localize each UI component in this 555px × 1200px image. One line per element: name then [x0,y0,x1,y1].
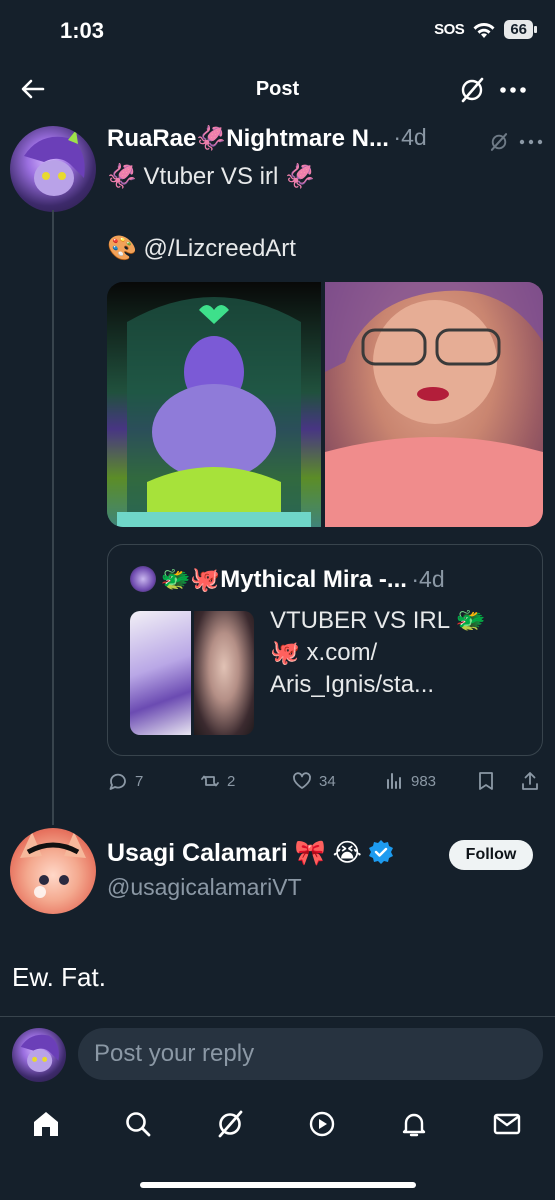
video-icon[interactable] [306,1108,338,1140]
quoted-text-line-2: 🐙 x.com/ [270,639,378,666]
reply-composer[interactable] [78,1028,543,1080]
reply-action[interactable]: 7 [107,770,143,792]
reply-author-avatar[interactable] [10,828,96,914]
share-icon [522,772,538,790]
composer-divider [0,1016,555,1017]
quoted-post-text: VTUBER VS IRL 🐲 🐙 x.com/ Aris_Ignis/sta.… [270,605,520,701]
quoted-author-avatar [130,566,156,592]
post-author-name[interactable]: RuaRae🦑Nightmare N... [107,124,389,153]
vtuber-artwork-image[interactable] [107,282,321,527]
search-icon[interactable] [122,1108,154,1140]
post-author-line: RuaRae🦑Nightmare N... ·4d [107,124,547,158]
quoted-post-timestamp: ·4d [411,566,445,592]
top-nav-bar: Post [0,62,555,118]
author-avatar[interactable] [10,126,96,212]
views-icon [387,773,401,789]
reply-author-line: Usagi Calamari 🎀 😭 [107,838,394,868]
more-options-icon[interactable] [498,76,528,104]
share-action[interactable] [519,770,541,792]
reply-icon [109,773,126,790]
like-count: 34 [319,772,336,790]
wifi-icon [473,22,495,38]
verified-badge-icon [369,840,394,864]
quoted-post-header: 🐲🐙Mythical Mira -... ·4d [130,565,445,594]
repost-action[interactable]: 2 [199,770,235,792]
reply-text: Ew. Fat. [12,962,106,992]
home-indicator [140,1182,416,1188]
battery-indicator: 66 [504,20,537,39]
reply-author-handle[interactable]: @usagicalamariVT [107,874,302,901]
bookmark-icon [479,772,493,790]
notifications-icon[interactable] [398,1108,430,1140]
post-text-line-1: 🦑 Vtuber VS irl 🦑 [107,163,315,190]
post-media[interactable] [107,282,543,527]
vtuber-artwork-shapes [107,282,321,527]
quoted-author-name: 🐲🐙Mythical Mira -... [160,566,407,593]
grok-icon[interactable] [458,76,486,104]
irl-photo-image[interactable] [325,282,543,527]
reply-avatar-art [20,832,86,898]
status-time: 1:03 [60,18,105,43]
like-action[interactable]: 34 [291,770,336,792]
grok-tab-icon[interactable] [214,1108,246,1140]
quoted-irl-image [193,611,254,735]
author-avatar-art [24,130,85,196]
quoted-post-card[interactable]: 🐲🐙Mythical Mira -... ·4d VTUBER VS IRL 🐲… [107,544,543,756]
own-avatar[interactable] [12,1028,66,1082]
quoted-text-line-1: VTUBER VS IRL 🐲 [270,607,486,634]
post-more-icon[interactable] [518,136,544,148]
status-icons: SOS 66 [434,20,537,39]
repost-count: 2 [227,772,236,790]
quoted-text-line-3: Aris_Ignis/sta... [270,671,435,698]
quoted-post-thumbnail [130,611,254,735]
views-action[interactable]: 983 [383,770,436,792]
bookmark-action[interactable] [475,770,497,792]
reply-count: 7 [135,772,144,790]
post-text-line-2: 🎨 @/LizcreedArt [107,235,296,262]
irl-photo-shapes [325,282,543,527]
reply-input[interactable] [78,1028,543,1080]
home-icon[interactable] [30,1108,62,1140]
bottom-tab-bar [0,1096,555,1156]
views-count: 983 [411,772,437,790]
sos-indicator: SOS [434,21,465,38]
status-bar: 1:03 SOS 66 [0,0,555,62]
post-actions-row: 7 2 34 983 [107,770,547,800]
heart-icon [293,772,311,789]
thread-connector-line [52,210,54,825]
repost-icon [201,775,219,787]
follow-button[interactable]: Follow [449,840,533,870]
quoted-vtuber-image [130,611,191,735]
grok-small-icon[interactable] [488,131,510,153]
post-timestamp: ·4d [393,124,427,150]
reply-author-name[interactable]: Usagi Calamari 🎀 😭 [107,839,362,867]
messages-icon[interactable] [491,1108,523,1140]
own-avatar-art [20,1034,59,1072]
